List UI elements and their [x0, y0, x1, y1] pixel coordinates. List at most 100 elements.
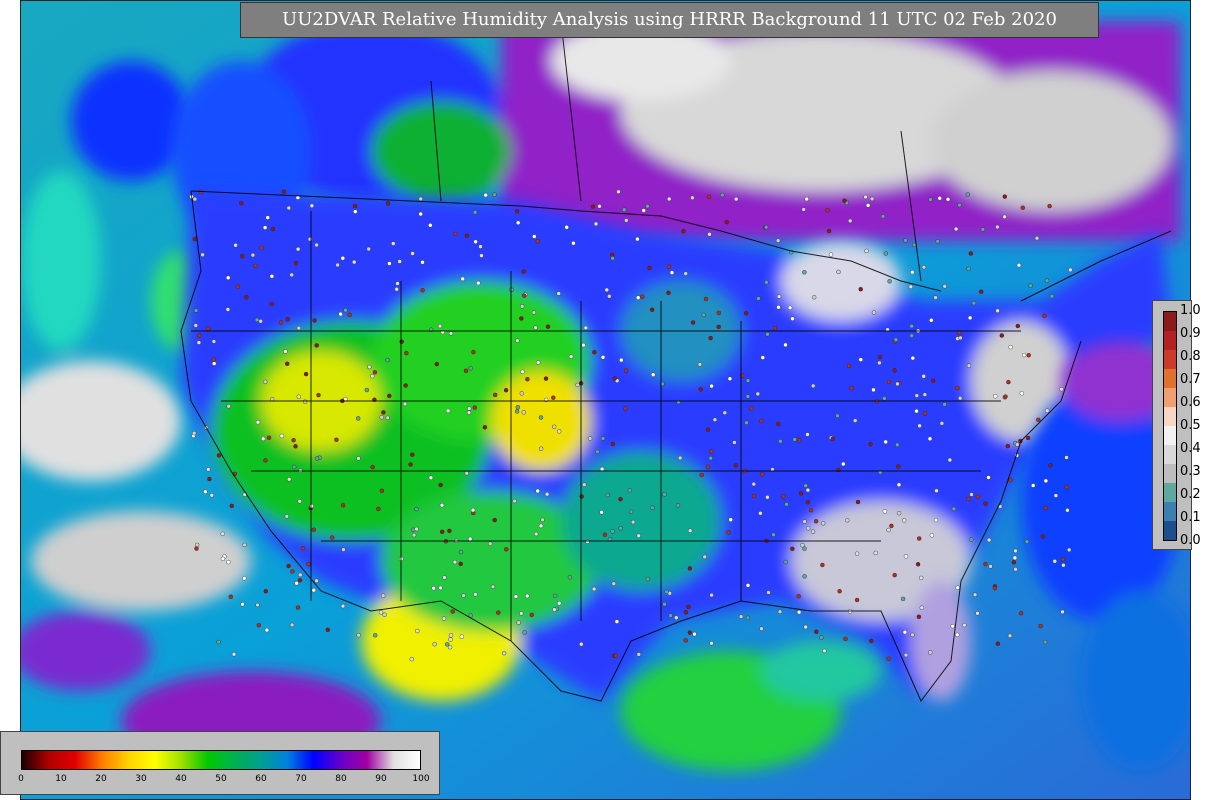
- station-dot: [928, 197, 933, 202]
- station-dot: [910, 355, 915, 361]
- station-dot: [256, 623, 262, 628]
- rh-tick-label: 90: [375, 774, 387, 784]
- station-dot: [1013, 567, 1018, 572]
- station-dot: [293, 260, 299, 266]
- station-dot: [470, 507, 476, 513]
- station-dot: [686, 604, 691, 610]
- station-dot: [709, 449, 714, 454]
- station-dot: [387, 393, 392, 399]
- station-dot: [716, 324, 721, 330]
- station-dot: [619, 357, 624, 363]
- station-dot: [1042, 313, 1047, 318]
- station-dot: [254, 317, 260, 323]
- station-dot: [958, 335, 963, 341]
- station-dot: [314, 578, 319, 583]
- station-dot: [1020, 205, 1025, 210]
- station-dot: [381, 410, 386, 415]
- station-dot: [557, 429, 562, 434]
- station-dot: [468, 366, 473, 371]
- station-dot: [951, 506, 957, 512]
- station-dot: [314, 456, 320, 461]
- station-dot: [520, 304, 525, 309]
- station-dot: [830, 436, 835, 442]
- station-dot: [886, 527, 891, 533]
- station-dot: [683, 271, 688, 276]
- station-dot: [231, 652, 237, 657]
- station-dot: [1061, 563, 1066, 568]
- station-dot: [969, 537, 974, 542]
- station-dot: [410, 452, 415, 457]
- station-dot: [552, 593, 558, 599]
- station-dot: [293, 444, 298, 449]
- station-dot: [285, 317, 290, 322]
- station-dot: [438, 585, 443, 591]
- station-dot: [458, 549, 464, 555]
- station-dot: [967, 315, 973, 321]
- station-dot: [438, 482, 443, 488]
- station-dot: [749, 406, 754, 411]
- station-dot: [917, 536, 922, 541]
- station-dot: [492, 517, 497, 523]
- station-dot: [1002, 194, 1007, 199]
- station-dot: [871, 310, 877, 315]
- station-dot: [722, 410, 727, 415]
- station-dot: [678, 455, 683, 461]
- station-dot: [869, 196, 875, 202]
- station-dot: [535, 488, 540, 494]
- station-dot: [522, 630, 527, 635]
- station-dot: [585, 539, 590, 544]
- station-dot: [760, 355, 765, 360]
- station-dot: [385, 357, 390, 363]
- station-dot: [205, 326, 211, 331]
- station-dot: [262, 379, 268, 385]
- station-dot: [370, 464, 375, 470]
- station-dot: [311, 588, 316, 593]
- station-dot: [896, 464, 901, 469]
- station-dot: [479, 253, 484, 258]
- station-dot: [641, 208, 646, 213]
- station-dot: [340, 503, 346, 508]
- station-dot: [612, 376, 617, 381]
- station-dot: [965, 192, 970, 197]
- station-dot: [1053, 493, 1059, 498]
- station-dot: [610, 441, 615, 447]
- station-dot: [579, 642, 584, 647]
- station-dot: [1015, 442, 1020, 447]
- station-dot: [1016, 263, 1022, 268]
- station-dot: [896, 482, 902, 487]
- station-dot: [600, 355, 606, 360]
- station-dot: [934, 488, 939, 493]
- station-dot: [778, 439, 783, 444]
- station-dot: [708, 456, 713, 461]
- station-dot: [854, 597, 860, 603]
- station-dot: [955, 632, 960, 637]
- obs-tick-label: 0.7: [1180, 372, 1201, 387]
- station-dot: [724, 219, 729, 225]
- station-dot: [664, 589, 669, 595]
- station-dot: [551, 395, 556, 400]
- station-dot: [428, 475, 434, 480]
- station-dot: [893, 337, 899, 342]
- station-dot: [855, 499, 861, 505]
- station-dot: [611, 581, 616, 586]
- station-dot: [765, 495, 770, 500]
- station-dot: [983, 501, 988, 506]
- station-dot: [776, 421, 781, 427]
- station-dot: [263, 589, 269, 594]
- station-dot: [512, 498, 517, 504]
- station-dot: [616, 189, 621, 195]
- station-dot: [618, 497, 623, 502]
- station-dot: [334, 437, 339, 442]
- station-dot: [1011, 560, 1017, 565]
- station-dot: [1026, 353, 1031, 358]
- station-dot: [582, 482, 587, 487]
- obs-tick-label: 0.4: [1180, 441, 1201, 456]
- station-dot: [929, 533, 935, 538]
- station-dot: [703, 296, 709, 302]
- station-dot: [1066, 547, 1072, 553]
- obs-tick-label: 0.9: [1180, 326, 1201, 341]
- station-dot: [921, 374, 926, 379]
- station-dot: [835, 413, 840, 418]
- station-dot: [764, 280, 769, 285]
- station-dot: [846, 363, 852, 369]
